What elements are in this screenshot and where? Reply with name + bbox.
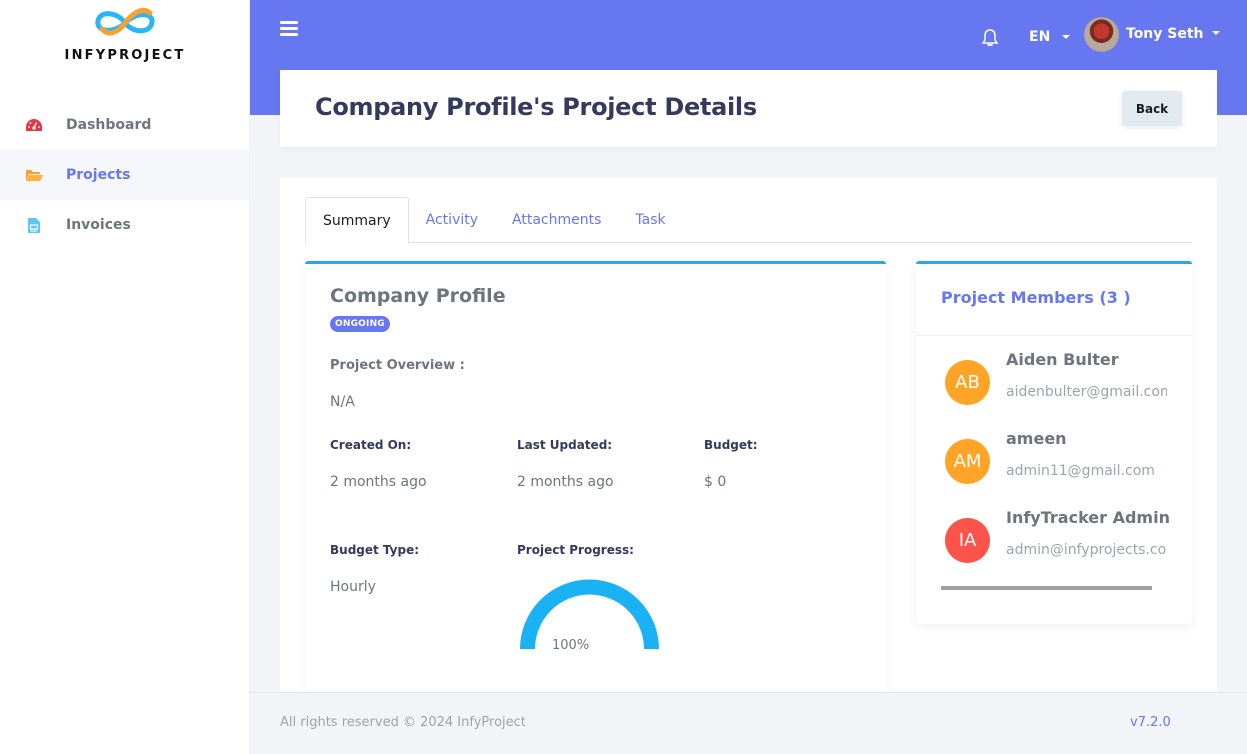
- menu-toggle-icon[interactable]: [280, 21, 298, 36]
- budget-label: Budget:: [704, 438, 758, 452]
- footer: All rights reserved © 2024 InfyProject v…: [250, 692, 1247, 754]
- created-on-label: Created On:: [330, 438, 412, 452]
- progress-value: 100%: [552, 638, 590, 653]
- member-email: admin11@gmail.com: [1006, 463, 1155, 479]
- project-progress-label: Project Progress:: [517, 543, 634, 557]
- member-avatar: IA: [945, 518, 990, 563]
- members-title: Project Members (3 ): [941, 288, 1131, 307]
- language-label: EN: [1029, 29, 1051, 45]
- progress-gauge: [520, 579, 659, 650]
- member-name: ameen: [1006, 429, 1067, 448]
- last-updated-value: 2 months ago: [517, 474, 614, 490]
- copyright-text: All rights reserved © 2024 InfyProject: [280, 715, 526, 730]
- brand-logo[interactable]: INFYPROJECT: [0, 4, 250, 63]
- sidebar-item-label: Projects: [66, 167, 131, 183]
- project-details-card: Summary Activity Attachments Task Compan…: [280, 178, 1217, 692]
- project-members-card: Project Members (3 ) AB Aiden Bulter aid…: [916, 261, 1192, 624]
- divider: [916, 335, 1192, 336]
- member-name: Aiden Bulter: [1006, 350, 1119, 369]
- member-item[interactable]: AB Aiden Bulter aidenbulter@gmail.com: [945, 350, 1185, 410]
- budget-type-label: Budget Type:: [330, 543, 420, 557]
- sidebar: INFYPROJECT Dashboard Projects Invoices: [0, 0, 250, 754]
- notification-bell-icon[interactable]: [981, 28, 999, 52]
- horizontal-scrollbar[interactable]: [941, 586, 1152, 590]
- user-name: Tony Seth: [1126, 25, 1204, 42]
- created-on-value: 2 months ago: [330, 474, 427, 490]
- member-item[interactable]: IA InfyTracker Admin admin@infyprojects.…: [945, 508, 1185, 568]
- version-label: v7.2.0: [1130, 715, 1171, 730]
- sidebar-nav: Dashboard Projects Invoices: [0, 100, 249, 250]
- member-avatar: AM: [945, 439, 990, 484]
- back-button[interactable]: Back: [1122, 91, 1182, 126]
- sidebar-item-dashboard[interactable]: Dashboard: [0, 100, 249, 150]
- sidebar-item-label: Invoices: [66, 217, 131, 233]
- member-email: admin@infyprojects.com: [1006, 542, 1167, 558]
- invoice-file-icon: [25, 216, 43, 234]
- user-menu-dropdown[interactable]: Tony Seth: [1084, 17, 1220, 52]
- project-name: Company Profile: [330, 285, 506, 307]
- project-summary-card: Company Profile ONGOING Project Overview…: [305, 261, 886, 692]
- last-updated-label: Last Updated:: [517, 438, 613, 452]
- tab-activity[interactable]: Activity: [409, 197, 495, 243]
- folder-open-icon: [25, 166, 43, 184]
- member-avatar: AB: [945, 360, 990, 405]
- language-dropdown[interactable]: EN: [1029, 29, 1071, 45]
- tab-bar: Summary Activity Attachments Task: [305, 197, 1192, 244]
- sidebar-item-label: Dashboard: [66, 117, 152, 133]
- member-name: InfyTracker Admin: [1006, 508, 1170, 527]
- chevron-down-icon: [1211, 30, 1220, 35]
- budget-value: $ 0: [704, 474, 727, 490]
- sidebar-item-invoices[interactable]: Invoices: [0, 200, 249, 250]
- dashboard-gauge-icon: [25, 116, 43, 134]
- infinity-logo-icon: [95, 7, 155, 36]
- status-badge: ONGOING: [330, 316, 390, 332]
- page-header-card: Company Profile's Project Details Back: [280, 70, 1217, 147]
- tab-summary[interactable]: Summary: [305, 197, 409, 244]
- member-item[interactable]: AM ameen admin11@gmail.com: [945, 429, 1185, 489]
- overview-value: N/A: [330, 394, 355, 410]
- brand-name: INFYPROJECT: [64, 48, 186, 63]
- gauge-fill: [520, 579, 659, 650]
- chevron-down-icon: [1062, 35, 1071, 39]
- page-title: Company Profile's Project Details: [315, 93, 757, 121]
- member-email: aidenbulter@gmail.com: [1006, 384, 1167, 400]
- sidebar-item-projects[interactable]: Projects: [0, 150, 249, 200]
- tab-attachments[interactable]: Attachments: [495, 197, 618, 243]
- overview-label: Project Overview :: [330, 358, 465, 373]
- budget-type-value: Hourly: [330, 579, 376, 595]
- user-avatar: [1084, 17, 1119, 52]
- tab-task[interactable]: Task: [618, 197, 682, 243]
